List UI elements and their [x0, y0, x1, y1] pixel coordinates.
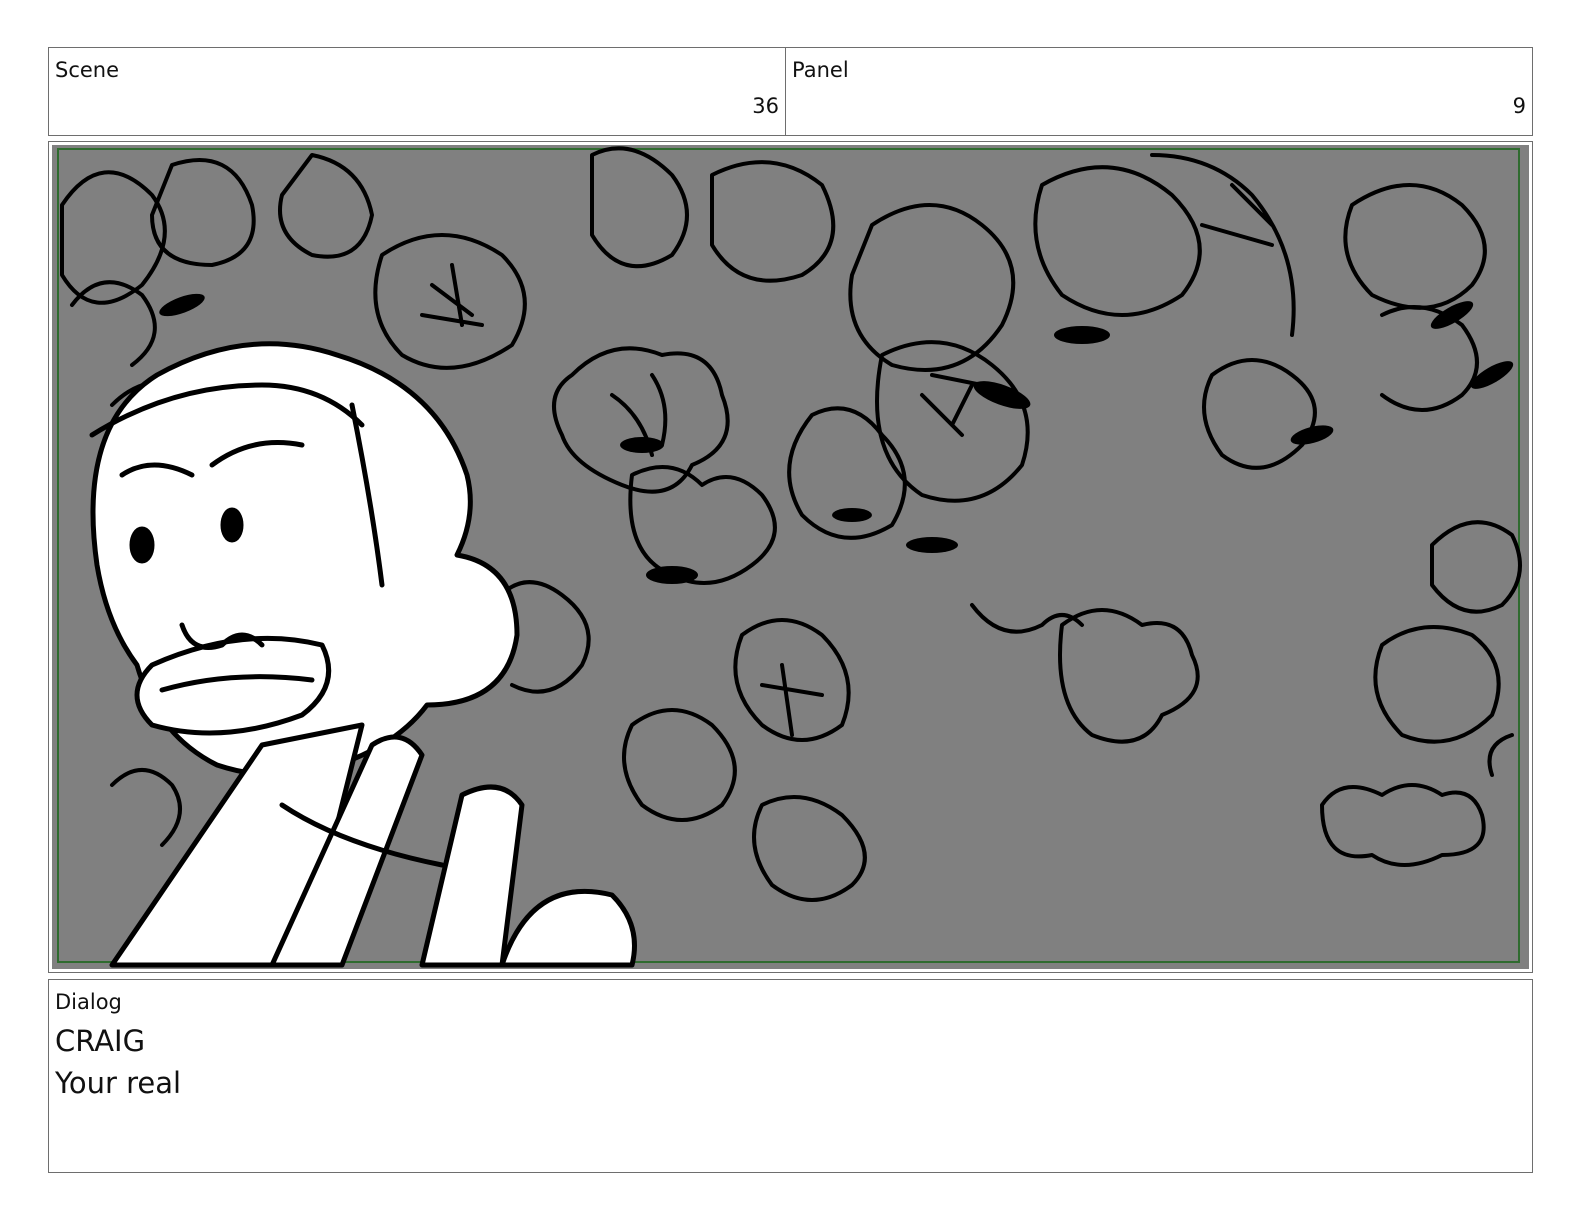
panel-number: 9	[1512, 94, 1526, 118]
panel-cell: Panel 9	[785, 47, 1533, 136]
scene-label: Scene	[55, 58, 120, 82]
storyboard-drawing	[52, 145, 1529, 969]
dialog-label: Dialog	[55, 990, 122, 1014]
storyboard-frame	[48, 141, 1533, 973]
panel-label: Panel	[792, 58, 849, 82]
scene-cell: Scene 36	[48, 47, 786, 136]
dialog-line: Your real	[55, 1066, 182, 1100]
dialog-character: CRAIG	[55, 1024, 146, 1058]
scene-number: 36	[752, 94, 779, 118]
dialog-cell: Dialog CRAIG Your real	[48, 979, 1533, 1173]
